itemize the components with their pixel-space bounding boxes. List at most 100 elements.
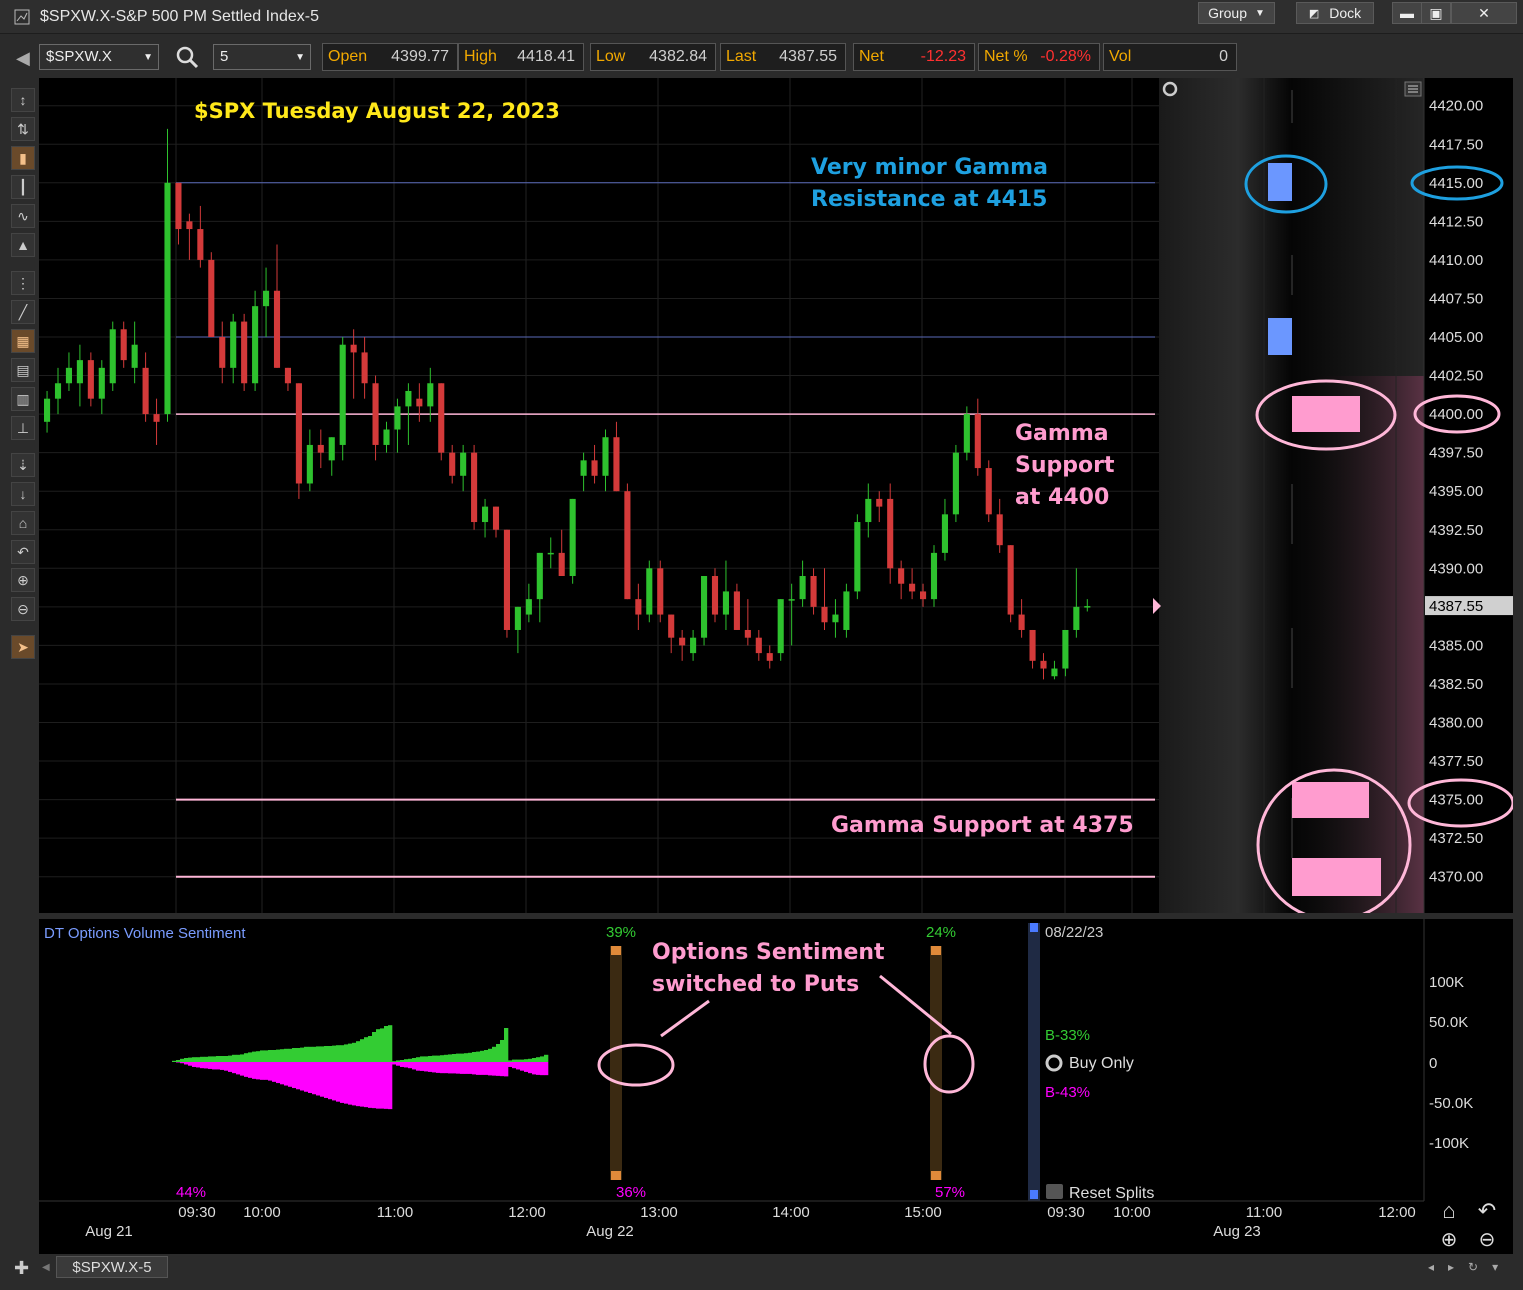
line-icon[interactable]: ∿: [11, 204, 35, 228]
date-separator-handle[interactable]: [1030, 923, 1038, 932]
separator-handle[interactable]: [611, 946, 621, 955]
quote-value: 0: [1219, 48, 1228, 65]
sell-volume-bar: [184, 1062, 189, 1065]
buy-volume-bar: [296, 1048, 301, 1062]
zoom-in-icon: ⊕: [1441, 1229, 1458, 1251]
home-icon[interactable]: ⌂: [11, 511, 35, 535]
sell-volume-bar: [252, 1062, 257, 1079]
time-tick-label: 09:30: [1047, 1204, 1085, 1221]
time-tick-label: 10:00: [243, 1204, 281, 1221]
quote-label: Open: [328, 48, 368, 65]
buy-volume-bar: [532, 1058, 537, 1062]
area-icon[interactable]: ▲: [11, 233, 35, 257]
add-tab-icon[interactable]: ✚: [14, 1258, 29, 1279]
crosshair-icon[interactable]: ↕: [11, 88, 35, 112]
buy-volume-bar: [452, 1054, 457, 1062]
sell-volume-bar: [440, 1062, 445, 1074]
price-tick-label: 4402.50: [1429, 368, 1483, 385]
sell-volume-bar: [228, 1062, 233, 1072]
volume-profile-highlight: [1294, 376, 1424, 913]
dock-label: Dock: [1329, 5, 1362, 21]
sell-volume-bar: [320, 1062, 325, 1097]
sell-volume-bar: [336, 1062, 341, 1102]
candle: [503, 529, 510, 638]
chevron-down-icon: ▼: [1255, 7, 1265, 19]
close-button[interactable]: ✕: [1451, 2, 1517, 24]
separator-handle[interactable]: [611, 1171, 621, 1180]
sell-volume-bar: [364, 1062, 369, 1108]
candle-body: [985, 468, 992, 515]
tab-nav-controls[interactable]: ◂▸↻▾: [1428, 1260, 1512, 1274]
sell-volume-bar: [520, 1062, 525, 1071]
buy-volume-bar: [412, 1058, 417, 1062]
sell-volume-bar: [420, 1062, 425, 1071]
candle: [711, 568, 719, 623]
layout-icon[interactable]: ▥: [11, 387, 35, 411]
tab-scroll-left-icon[interactable]: ◀: [42, 1262, 50, 1273]
buy-volume-bar: [420, 1056, 425, 1062]
zoom-in-icon[interactable]: ⊕: [11, 568, 35, 592]
candle: [208, 252, 215, 337]
table-icon[interactable]: ▤: [11, 358, 35, 382]
buy-volume-bar: [492, 1046, 497, 1062]
candle-icon[interactable]: ▮: [11, 146, 35, 170]
candle-body: [766, 653, 773, 661]
candle-body: [492, 506, 500, 530]
quote-value: -0.28%: [1040, 48, 1091, 65]
candle-body: [1062, 629, 1069, 669]
separator-handle[interactable]: [931, 946, 941, 955]
candle-body: [876, 498, 883, 507]
cursor-icon[interactable]: ⇅: [11, 117, 35, 141]
candle-body: [963, 414, 970, 453]
sell-volume-bar: [512, 1062, 517, 1069]
small-pin-icon[interactable]: ↓: [11, 482, 35, 506]
axis-icon[interactable]: ⊥: [11, 416, 35, 440]
pin-icon[interactable]: ⇣: [11, 453, 35, 477]
pointer-icon[interactable]: ➤: [11, 635, 35, 659]
menu-icon[interactable]: [1404, 81, 1422, 97]
buy-volume-bar: [332, 1045, 337, 1062]
dock-button[interactable]: ◩ Dock: [1296, 2, 1374, 24]
candle-body: [416, 398, 423, 407]
candle: [930, 545, 938, 607]
candle: [1007, 545, 1014, 623]
candle: [471, 444, 478, 530]
sell-volume-bar: [260, 1062, 265, 1080]
buy-volume-bar: [312, 1046, 317, 1062]
maximize-button[interactable]: ▣: [1421, 2, 1451, 24]
back-arrow-icon[interactable]: ◀: [16, 48, 30, 69]
interval-input[interactable]: 5 ▼: [213, 44, 311, 70]
buy-volume-bar: [284, 1048, 289, 1062]
candle-body: [635, 599, 642, 615]
minimize-button[interactable]: ▬: [1392, 2, 1422, 24]
pane-divider[interactable]: [39, 913, 1513, 919]
search-icon[interactable]: [175, 45, 199, 72]
separator-handle[interactable]: [931, 1171, 941, 1180]
tab-label: $SPXW.X-5: [72, 1259, 152, 1276]
price-chart[interactable]: 4420.00 4417.50 4415.00 4412.50 4410.00 4407.…: [39, 78, 1513, 1254]
buy-volume-bar: [516, 1059, 521, 1062]
group-dropdown[interactable]: Group ▼: [1198, 2, 1275, 24]
candle-body: [591, 460, 598, 476]
candle-body: [284, 367, 291, 384]
sell-volume-bar: [324, 1062, 329, 1098]
quote-open: Open 4399.77: [322, 43, 458, 71]
date-separator-handle[interactable]: [1030, 1190, 1038, 1199]
undo-icon[interactable]: ↶: [11, 540, 35, 564]
zoom-out-icon[interactable]: ⊖: [11, 597, 35, 621]
sell-volume-bar: [288, 1062, 293, 1087]
candle: [843, 583, 850, 638]
time-tick-label: 15:00: [904, 1204, 942, 1221]
candle-body: [142, 367, 149, 415]
trendline-icon[interactable]: ╱: [11, 300, 35, 324]
candle-body: [843, 591, 850, 630]
grid-icon[interactable]: ▦: [11, 329, 35, 353]
bar-icon[interactable]: ┃: [11, 175, 35, 199]
tab-chart[interactable]: $SPXW.X-5: [56, 1256, 168, 1278]
buy-volume-bar: [388, 1025, 393, 1062]
last-price-label: 4387.55: [1429, 598, 1483, 615]
buy-volume-bar: [340, 1045, 345, 1062]
reset-icon: [1046, 1184, 1063, 1199]
symbol-input[interactable]: $SPXW.X ▼: [39, 44, 159, 70]
range-icon[interactable]: ⋮: [11, 271, 35, 295]
